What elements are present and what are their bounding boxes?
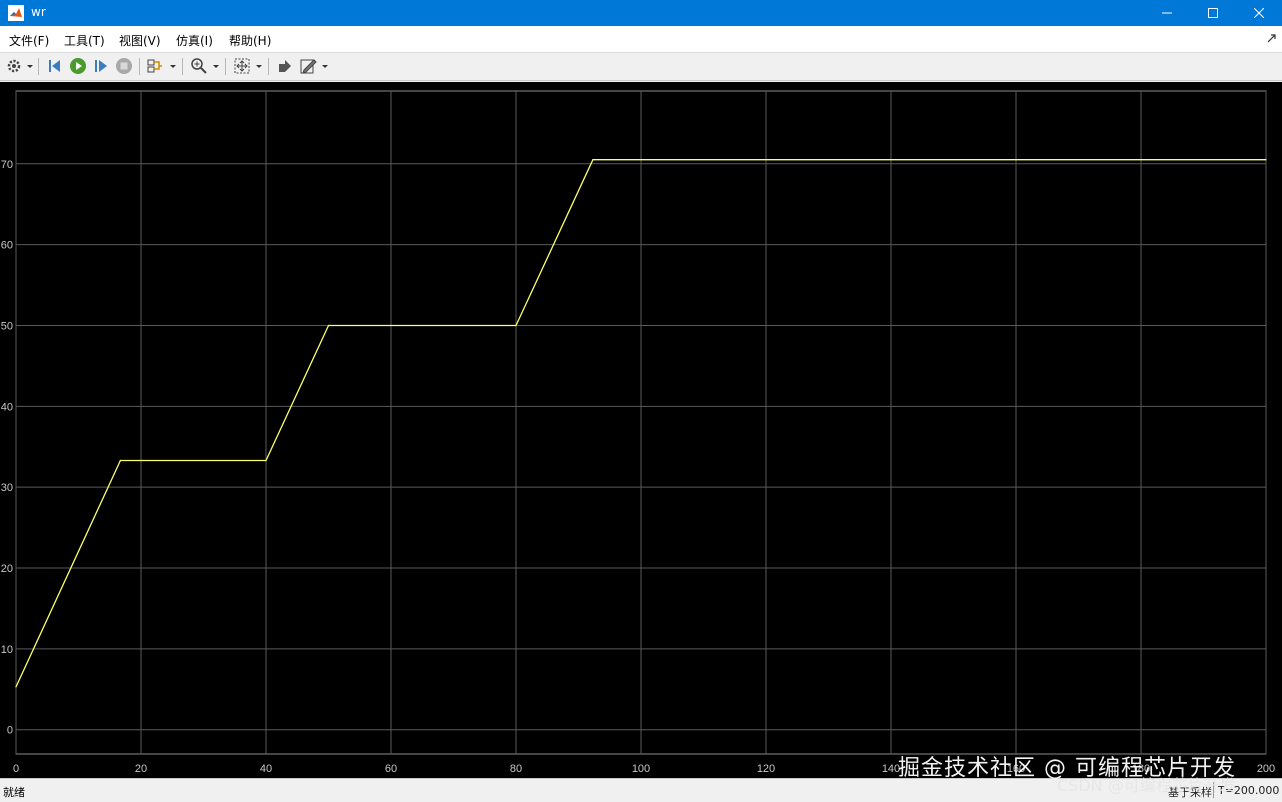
signal-point [15,686,17,688]
close-button[interactable] [1236,0,1282,26]
zoom-dropdown-icon[interactable] [213,65,219,68]
signal-point [327,324,330,327]
settings-icon[interactable] [5,57,23,75]
close-icon [1254,8,1264,18]
signal-point [1265,159,1267,161]
zoom-icon[interactable] [190,57,208,75]
style-icon[interactable] [299,57,317,75]
toolbar-separator [139,58,140,75]
x-tick-label: 100 [632,763,650,775]
step-forward-icon[interactable] [92,57,110,75]
title-bar: wr [0,0,1282,26]
x-tick-label: 120 [757,763,775,775]
x-tick-label: 200 [1257,763,1275,775]
minimize-button[interactable] [1144,0,1190,26]
y-tick-label: 40 [1,401,13,413]
x-tick-label: 40 [260,763,272,775]
toolbar-separator [182,58,183,75]
x-tick-label: 80 [510,763,522,775]
watermark-secondary: CSDN @可编程芯片开发 [1057,776,1236,795]
menu-tools[interactable]: 工具(T) [64,32,105,49]
signal-point [592,159,594,161]
x-tick-label: 60 [385,763,397,775]
scope-display[interactable]: 0 20 40 60 80 100 120 140 160 180 200 0 10 20 30 40 50 60… [0,82,1282,778]
status-text: 就绪 [3,786,25,799]
signal-point [265,459,267,462]
stop-icon[interactable] [115,57,133,75]
matlab-logo-icon [8,5,24,21]
undock-icon[interactable] [1267,33,1277,43]
toolbar-separator [268,58,269,75]
signal-point [515,324,517,327]
signal-selector-icon[interactable] [146,57,164,75]
x-tick-label: 20 [135,763,147,775]
menu-bar: 文件(F) 工具(T) 视图(V) 仿真(I) 帮助(H) [0,26,1282,53]
y-tick-label: 30 [1,482,13,494]
run-icon[interactable] [69,57,87,75]
x-tick-label: 0 [13,763,19,775]
menu-view[interactable]: 视图(V) [119,32,161,49]
style-dropdown-icon[interactable] [322,65,328,68]
maximize-icon [1208,8,1218,18]
maximize-button[interactable] [1190,0,1236,26]
y-tick-label: 10 [1,644,13,656]
fit-dropdown-icon[interactable] [256,65,262,68]
y-tick-label: 70 [1,159,13,171]
scope-plot[interactable]: 0 20 40 60 80 100 120 140 160 180 2000102030405060… [0,82,1282,778]
y-tick-label: 20 [1,563,13,575]
highlight-block-icon[interactable] [276,57,294,75]
fit-to-view-icon[interactable] [233,57,251,75]
menu-help[interactable]: 帮助(H) [229,32,271,49]
step-back-icon[interactable] [46,57,64,75]
y-tick-label: 60 [1,240,13,252]
y-tick-label: 0 [7,725,13,737]
y-tick-label: 50 [1,320,13,332]
menu-simulation[interactable]: 仿真(I) [176,32,213,49]
menu-file[interactable]: 文件(F) [9,32,49,49]
window-title: wr [31,5,46,19]
signal-point [119,459,121,462]
signal-selector-dropdown-icon[interactable] [170,65,176,68]
settings-dropdown-icon[interactable] [27,65,33,68]
minimize-icon [1162,12,1172,14]
toolbar-separator [38,58,39,75]
toolbar [0,53,1282,81]
toolbar-separator [225,58,226,75]
